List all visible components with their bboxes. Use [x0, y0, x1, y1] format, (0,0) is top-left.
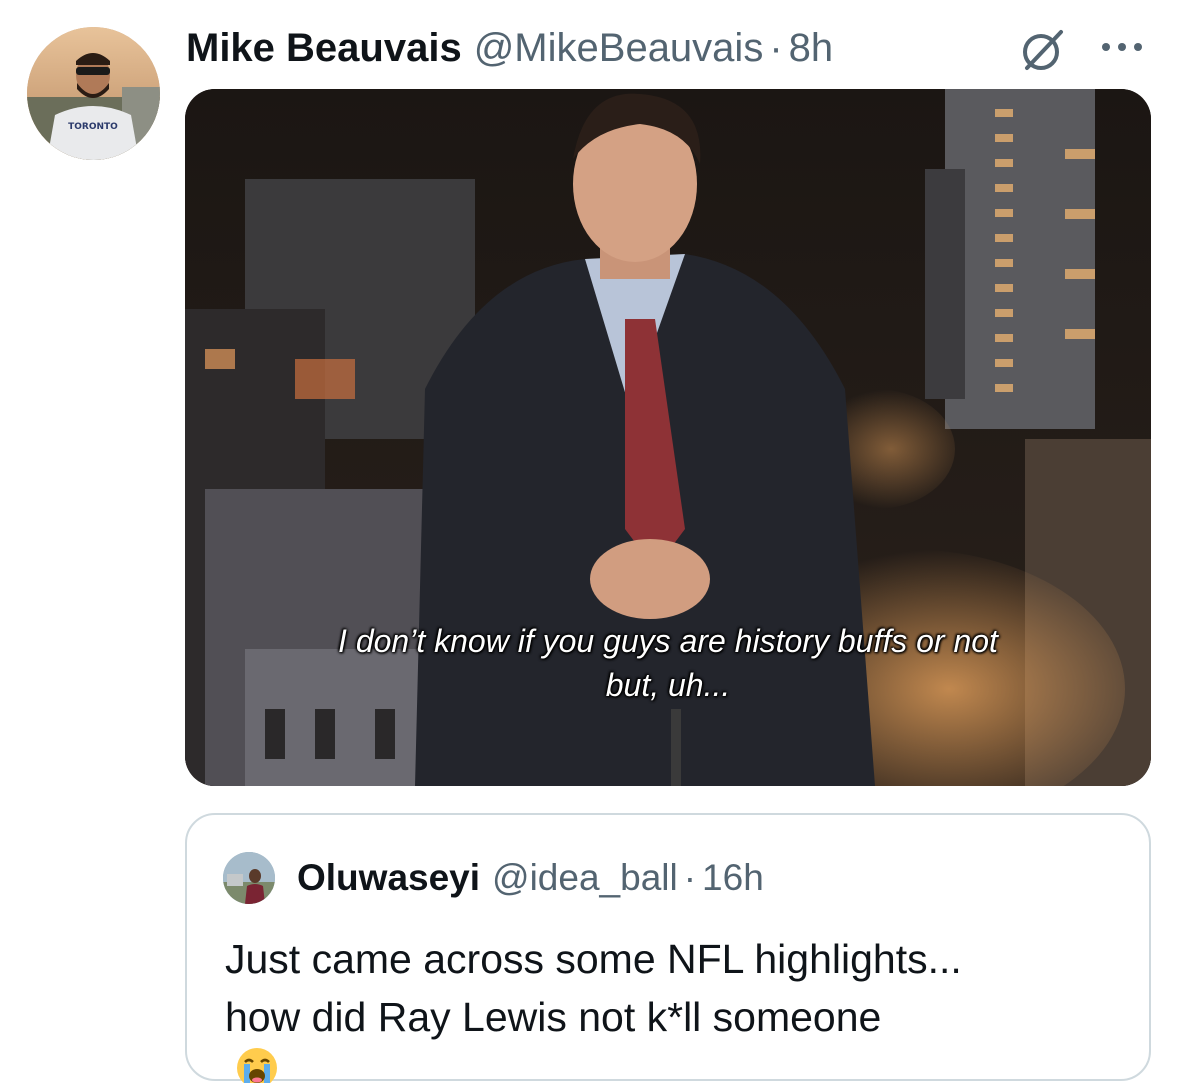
- circle-slash-icon[interactable]: [1017, 24, 1069, 76]
- author-avatar-image: TORONTO: [27, 27, 160, 160]
- quoted-tweet-timestamp[interactable]: 16h: [702, 855, 764, 901]
- quoted-avatar-image: [223, 852, 275, 904]
- author-handle[interactable]: @MikeBeauvais: [474, 22, 764, 74]
- quoted-tweet-header: Oluwaseyi @idea_ball · 16h: [297, 855, 764, 901]
- media-caption: I don’t know if you guys are history buf…: [185, 619, 1151, 707]
- tweet-media-image[interactable]: I don’t know if you guys are history buf…: [185, 89, 1151, 786]
- tweet-header: Mike Beauvais @MikeBeauvais · 8h: [186, 22, 833, 74]
- quoted-author-handle[interactable]: @idea_ball: [492, 855, 678, 901]
- more-options-icon[interactable]: [1094, 32, 1150, 62]
- svg-text:TORONTO: TORONTO: [68, 122, 118, 132]
- quoted-text-line-1: Just came across some NFL highlights...: [225, 936, 962, 982]
- author-avatar[interactable]: TORONTO: [27, 27, 160, 160]
- quoted-text-line-2-content: how did Ray Lewis not k*ll someone: [225, 994, 882, 1040]
- tweet: TORONTO Mike Beauvais @MikeBeauvais · 8h: [0, 0, 1179, 1083]
- tweet-timestamp[interactable]: 8h: [789, 22, 834, 74]
- author-display-name[interactable]: Mike Beauvais: [186, 22, 462, 74]
- quoted-text-line-2: how did Ray Lewis not k*ll someone: [225, 988, 1125, 1083]
- quoted-separator-dot: ·: [683, 857, 697, 898]
- quoted-tweet-text: Just came across some NFL highlights... …: [225, 930, 1125, 1083]
- quoted-author-display-name[interactable]: Oluwaseyi: [297, 855, 480, 901]
- caption-line-1: I don’t know if you guys are history buf…: [338, 623, 998, 659]
- separator-dot: ·: [769, 26, 783, 70]
- quoted-tweet[interactable]: Oluwaseyi @idea_ball · 16h Just came acr…: [185, 813, 1151, 1083]
- caption-line-2: but, uh...: [605, 667, 731, 703]
- loudly-crying-face-icon: [235, 1046, 279, 1083]
- quoted-author-avatar[interactable]: [223, 852, 275, 904]
